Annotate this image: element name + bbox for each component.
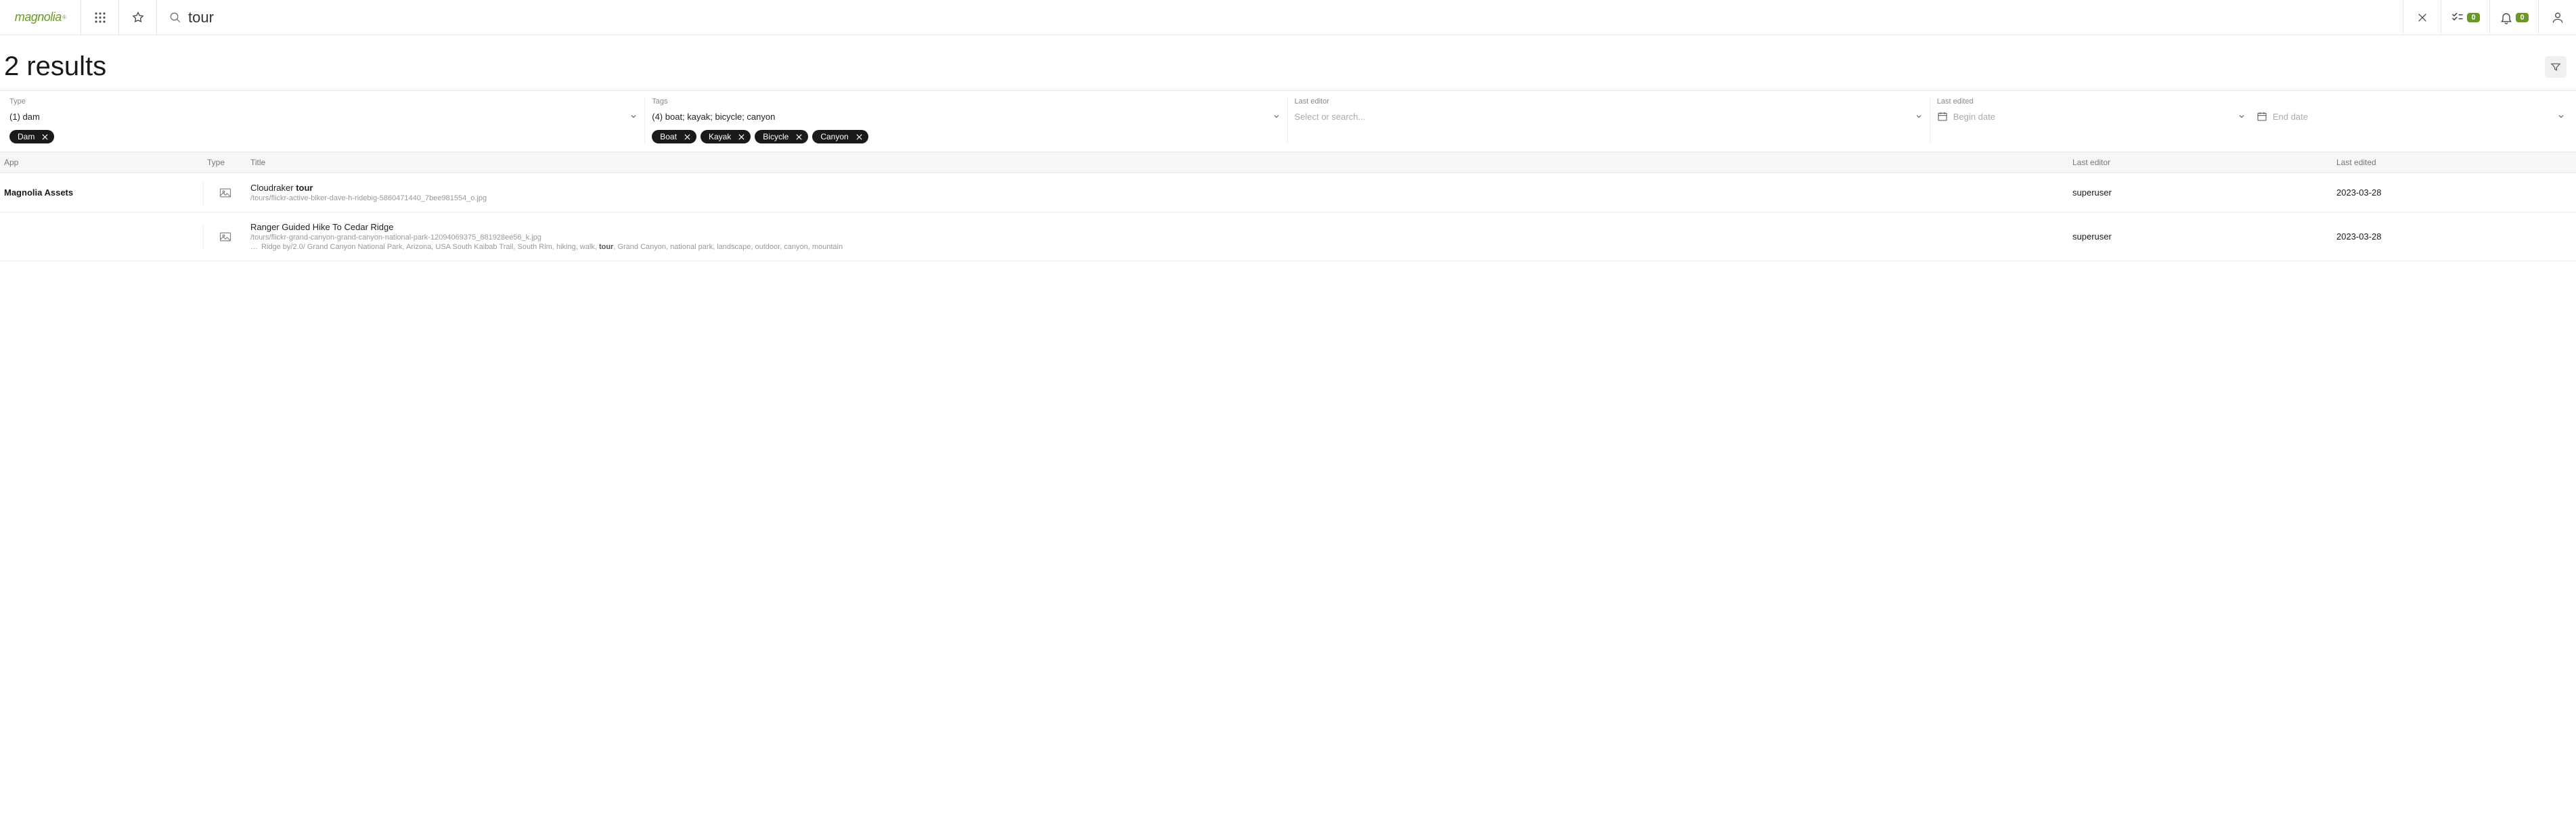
calendar-icon <box>2257 111 2267 122</box>
filter-tags-select[interactable]: (4) boat; kayak; bicycle; canyon <box>652 110 1280 123</box>
filter-begin-date[interactable]: Begin date <box>1937 111 2246 122</box>
filter-type-label: Type <box>9 97 638 106</box>
filter-chip-tags: Kayak <box>701 130 751 143</box>
image-type-icon <box>203 181 246 205</box>
search-icon <box>169 12 181 24</box>
cell-title: Ranger Guided Hike To Cedar Ridge/tours/… <box>246 217 2068 256</box>
col-header-type[interactable]: Type <box>203 152 246 173</box>
image-type-icon <box>203 225 246 249</box>
tasks-button[interactable]: 0 <box>2441 0 2489 35</box>
app-launcher-icon[interactable] <box>81 0 119 35</box>
cell-app <box>0 231 203 242</box>
chip-remove-icon[interactable] <box>795 133 803 141</box>
chevron-down-icon <box>1272 112 1281 120</box>
favorite-icon[interactable] <box>119 0 157 35</box>
cell-editor: superuser <box>2068 182 2332 203</box>
filter-tags-label: Tags <box>652 97 1280 106</box>
chip-remove-icon[interactable] <box>41 133 49 141</box>
col-header-app[interactable]: App <box>0 152 203 173</box>
cell-app: Magnolia Assets <box>0 182 203 203</box>
cell-editor: superuser <box>2068 226 2332 247</box>
cell-title: Cloudraker tour/tours/flickr-active-bike… <box>246 177 2068 208</box>
chip-remove-icon[interactable] <box>856 133 863 141</box>
filter-chip-tags: Boat <box>652 130 696 143</box>
filter-end-date[interactable]: End date <box>2257 111 2565 122</box>
tasks-badge: 0 <box>2467 13 2479 22</box>
notifications-button[interactable]: 0 <box>2489 0 2538 35</box>
user-icon[interactable] <box>2538 0 2576 35</box>
chip-remove-icon[interactable] <box>738 133 745 141</box>
filter-edited-label: Last edited <box>1937 97 2565 106</box>
clear-search-icon[interactable] <box>2403 0 2441 35</box>
col-header-edited[interactable]: Last edited <box>2332 152 2576 173</box>
cell-edited: 2023-03-28 <box>2332 226 2576 247</box>
filter-toggle-icon[interactable] <box>2545 56 2567 78</box>
filter-chip-type: Dam <box>9 130 54 143</box>
result-row[interactable]: Ranger Guided Hike To Cedar Ridge/tours/… <box>0 212 2576 261</box>
results-heading: 2 results <box>4 51 106 82</box>
chip-remove-icon[interactable] <box>684 133 691 141</box>
col-header-title[interactable]: Title <box>246 152 2068 173</box>
notifications-badge: 0 <box>2516 13 2528 22</box>
logo[interactable]: magnolia® <box>0 0 81 35</box>
search-input[interactable] <box>188 9 2391 26</box>
cell-edited: 2023-03-28 <box>2332 182 2576 203</box>
result-row[interactable]: Magnolia Assets Cloudraker tour/tours/fli… <box>0 173 2576 212</box>
chevron-down-icon <box>629 112 638 120</box>
filter-chip-tags: Bicycle <box>755 130 808 143</box>
chevron-down-icon <box>2238 112 2246 120</box>
filter-chip-tags: Canyon <box>812 130 868 143</box>
filter-editor-select[interactable]: Select or search... <box>1295 110 1923 123</box>
chevron-down-icon <box>1915 112 1923 120</box>
chevron-down-icon <box>2557 112 2565 120</box>
calendar-icon <box>1937 111 1948 122</box>
col-header-editor[interactable]: Last editor <box>2068 152 2332 173</box>
filter-type-select[interactable]: (1) dam <box>9 110 638 123</box>
filter-editor-label: Last editor <box>1295 97 1923 106</box>
